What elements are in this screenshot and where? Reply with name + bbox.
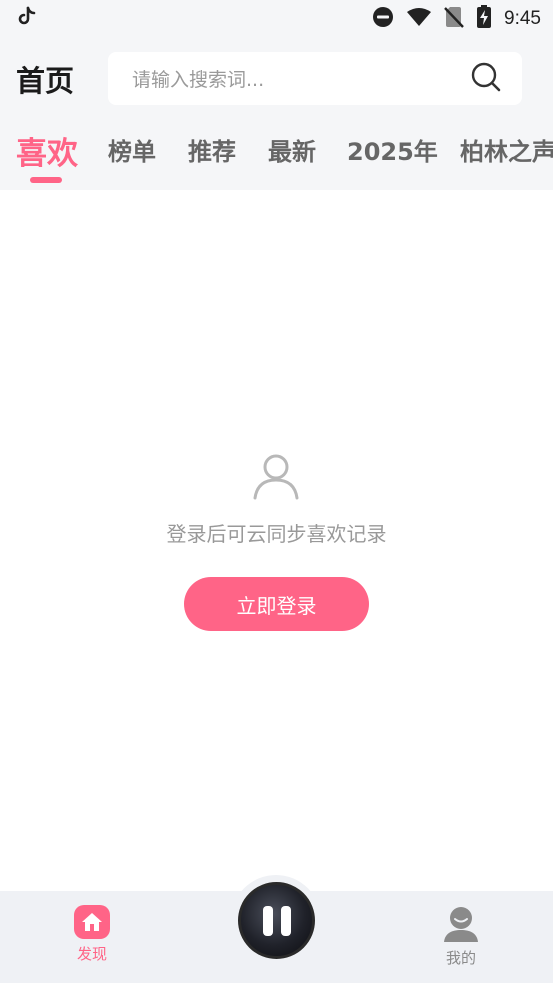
home-icon: [74, 905, 110, 939]
user-outline-icon: [252, 452, 300, 504]
battery-charging-icon: [476, 5, 492, 33]
tiktok-icon: [16, 6, 38, 32]
tab-charts[interactable]: 榜单: [108, 132, 156, 167]
no-sim-icon: [444, 6, 464, 32]
wifi-icon: [406, 7, 432, 31]
tab-recommend[interactable]: 推荐: [188, 132, 236, 167]
tab-latest[interactable]: 最新: [268, 132, 316, 167]
profile-icon: [421, 905, 501, 943]
status-time: 9:45: [504, 8, 541, 29]
status-bar: 9:45: [0, 0, 553, 38]
search-icon[interactable]: [470, 61, 502, 97]
page-title: 首页: [16, 64, 75, 98]
tab-berlin-sound[interactable]: 柏林之声: [460, 132, 553, 167]
status-left: [16, 6, 38, 32]
tab-likes[interactable]: 喜欢: [16, 128, 78, 173]
category-tabs: 喜欢 榜单 推荐 最新 2025年 柏林之声: [0, 118, 553, 190]
search-input[interactable]: 请输入搜索词...: [108, 52, 522, 105]
status-right: 9:45: [372, 5, 541, 33]
app-screen: 9:45 首页 请输入搜索词... 喜欢 榜单 推荐 最新 2025年 柏林之声: [0, 0, 553, 983]
nav-mine[interactable]: 我的: [421, 905, 501, 968]
active-tab-indicator: [30, 177, 62, 183]
login-button[interactable]: 立即登录: [184, 577, 369, 631]
pause-icon: [262, 905, 273, 936]
now-playing-button[interactable]: [238, 882, 315, 959]
search-placeholder: 请输入搜索词...: [132, 69, 265, 91]
nav-discover-label: 发现: [76, 945, 107, 963]
tab-2025[interactable]: 2025年: [347, 132, 438, 167]
pause-icon-bar: [280, 905, 291, 936]
header: 首页 请输入搜索词...: [0, 38, 553, 118]
empty-message: 登录后可云同步喜欢记录: [166, 522, 387, 546]
do-not-disturb-icon: [372, 6, 394, 32]
empty-state: 登录后可云同步喜欢记录 立即登录: [0, 190, 553, 890]
nav-discover[interactable]: 发现: [52, 905, 132, 964]
nav-mine-label: 我的: [445, 949, 476, 967]
